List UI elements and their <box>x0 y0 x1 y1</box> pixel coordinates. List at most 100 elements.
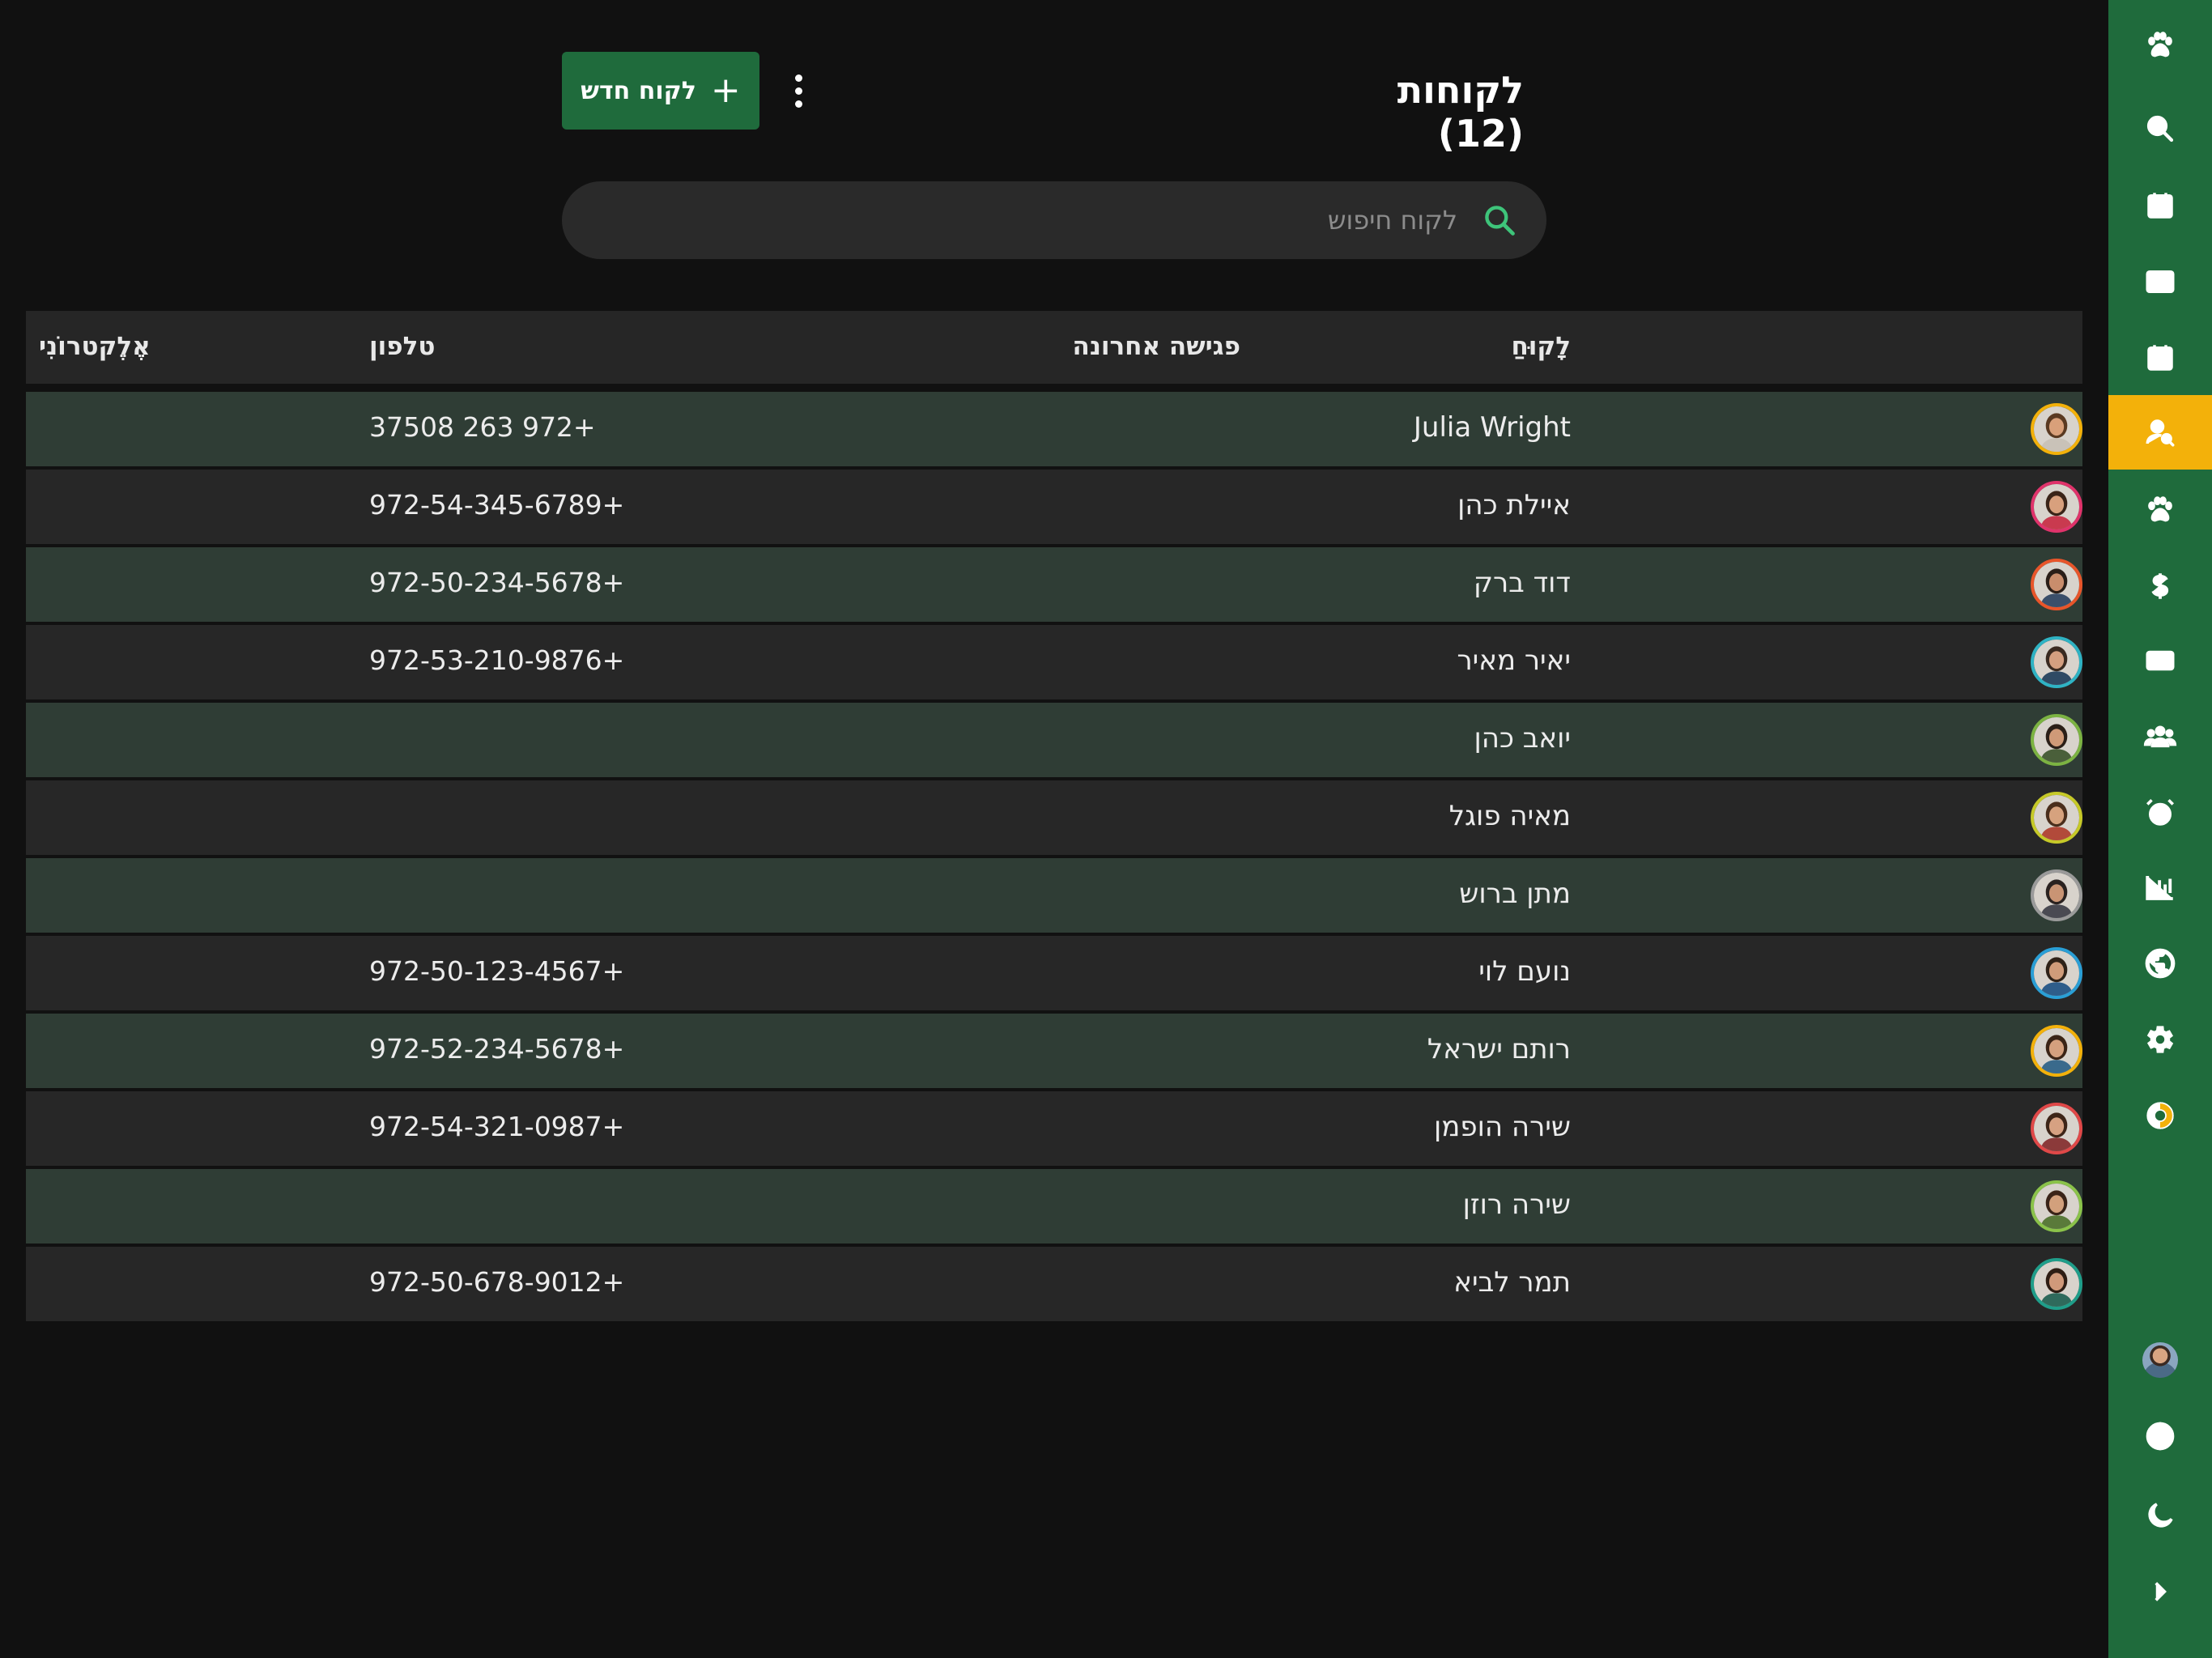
customer-name[interactable]: יאיר מאיר <box>1457 644 1571 677</box>
sidebar-item-payments[interactable] <box>2108 549 2212 623</box>
more-options-button[interactable] <box>785 73 811 108</box>
page-title: לקוחות (12) <box>1397 68 1524 155</box>
customer-name[interactable]: שירה הופמן <box>1434 1111 1571 1143</box>
sidebar-item-appointments[interactable] <box>2108 321 2212 395</box>
sidebar-expand[interactable] <box>2108 1554 2212 1629</box>
columns-icon <box>2146 270 2175 293</box>
sidebar-item-pets-2[interactable] <box>2108 473 2212 547</box>
globe-icon <box>2145 948 2176 979</box>
avatar <box>2031 1025 2082 1077</box>
avatar-photo <box>2034 795 2079 840</box>
table-row[interactable]: שירה הופמן 972-54-321-0987+ <box>26 1091 2082 1166</box>
customer-name[interactable]: דוד ברק <box>1474 567 1571 599</box>
customer-name[interactable]: Julia Wright <box>1414 411 1571 444</box>
avatar <box>2031 1180 2082 1232</box>
avatar <box>2031 869 2082 921</box>
language-globe-icon <box>2146 1422 2175 1451</box>
table-row[interactable]: מאיה פוגל <box>26 780 2082 855</box>
alarm-icon <box>2146 799 2174 826</box>
sidebar-item-reminders[interactable] <box>2108 776 2212 850</box>
customer-name[interactable]: נועם לוי <box>1478 955 1571 988</box>
customer-phone: 972-52-234-5678+ <box>369 1033 625 1065</box>
sidebar-theme[interactable] <box>2108 1478 2212 1553</box>
sidebar-item-board[interactable] <box>2108 244 2212 319</box>
customer-name[interactable]: רותם ישראל <box>1427 1033 1571 1065</box>
column-header-last-meeting[interactable]: פגישה אחרונה <box>1038 332 1240 361</box>
customer-phone: 972-50-123-4567+ <box>369 955 625 987</box>
sidebar-item-pets[interactable] <box>2108 8 2212 83</box>
sidebar-item-web[interactable] <box>2108 926 2212 1001</box>
search-bar[interactable] <box>562 181 1546 259</box>
avatar-photo <box>2034 562 2079 607</box>
avatar-photo <box>2034 1184 2079 1229</box>
avatar <box>2031 1258 2082 1310</box>
table-row[interactable]: איילת כהן 972-54-345-6789+ <box>26 470 2082 544</box>
sidebar-item-settings[interactable] <box>2108 1002 2212 1077</box>
paw-icon <box>2148 496 2172 522</box>
customer-name[interactable]: מתן ברוש <box>1459 878 1571 910</box>
sidebar-item-reports[interactable] <box>2108 850 2212 925</box>
customer-name[interactable]: שירה רוזן <box>1463 1188 1571 1221</box>
avatar <box>2031 714 2082 766</box>
paw-icon <box>2148 32 2172 57</box>
cash-icon <box>2146 650 2175 671</box>
customer-phone: 972-50-678-9012+ <box>369 1266 625 1298</box>
avatar <box>2031 792 2082 844</box>
avatar-photo <box>2034 484 2079 529</box>
search-icon <box>1485 206 1515 236</box>
calendar-event-icon <box>2147 345 2173 371</box>
customer-phone: 972-54-345-6789+ <box>369 489 625 521</box>
dollar-icon <box>2151 573 2169 599</box>
new-customer-button[interactable]: + לקוח חדש <box>562 52 759 130</box>
calendar-grid-icon <box>2147 193 2173 219</box>
customer-name[interactable]: איילת כהן <box>1457 489 1571 521</box>
avatar-photo <box>2034 640 2079 685</box>
bar-chart-icon <box>2146 876 2173 900</box>
customer-name[interactable]: מאיה פוגל <box>1449 800 1571 832</box>
donut-icon <box>2146 1102 2174 1129</box>
avatar-photo <box>2034 873 2079 918</box>
plus-icon: + <box>710 70 741 111</box>
sidebar-item-cash[interactable] <box>2108 623 2212 698</box>
avatar <box>2031 636 2082 688</box>
column-header-phone[interactable]: טלפון <box>369 332 435 361</box>
avatar-photo <box>2034 1106 2079 1151</box>
column-header-customer[interactable]: לָקוּחַ <box>1511 332 1571 361</box>
table-row[interactable]: דוד ברק 972-50-234-5678+ <box>26 547 2082 622</box>
avatar-photo <box>2034 1028 2079 1073</box>
avatar <box>2031 947 2082 999</box>
avatar-photo <box>2034 717 2079 763</box>
sidebar-item-calendar[interactable] <box>2108 168 2212 243</box>
sidebar-language[interactable] <box>2108 1399 2212 1473</box>
more-dot <box>794 87 802 95</box>
more-dot <box>794 100 802 108</box>
table-row[interactable]: Julia Wright 37508 263 972+ <box>26 392 2082 466</box>
user-avatar <box>2142 1342 2178 1378</box>
column-header-email[interactable]: אֶלֶקטרוֹנִי <box>39 332 151 361</box>
sidebar-item-status[interactable] <box>2108 1078 2212 1153</box>
table-row[interactable]: מתן ברוש <box>26 858 2082 933</box>
customer-name[interactable]: תמר לביא <box>1453 1266 1571 1299</box>
table-row[interactable]: נועם לוי 972-50-123-4567+ <box>26 936 2082 1010</box>
search-icon <box>2146 115 2174 142</box>
new-customer-label: לקוח חדש <box>581 76 696 105</box>
more-dot <box>794 74 802 82</box>
gear-icon <box>2146 1026 2174 1053</box>
chevron-right-icon <box>2155 1582 2167 1601</box>
avatar-photo <box>2034 1261 2079 1307</box>
customer-phone: 972-54-321-0987+ <box>369 1111 625 1142</box>
table-row[interactable]: שירה רוזן <box>26 1169 2082 1244</box>
table-row[interactable]: יאיר מאיר 972-53-210-9876+ <box>26 625 2082 699</box>
table-row[interactable]: רותם ישראל 972-52-234-5678+ <box>26 1014 2082 1088</box>
customer-name[interactable]: יואב כהן <box>1474 722 1571 755</box>
avatar-photo <box>2034 406 2079 452</box>
table-row[interactable]: תמר לביא 972-50-678-9012+ <box>26 1247 2082 1321</box>
avatar <box>2031 481 2082 533</box>
sidebar-item-team[interactable] <box>2108 699 2212 774</box>
table-row[interactable]: יואב כהן <box>26 703 2082 777</box>
sidebar-item-search[interactable] <box>2108 91 2212 166</box>
sidebar-profile[interactable] <box>2108 1323 2212 1397</box>
search-input[interactable] <box>648 199 1457 241</box>
sidebar-item-customers[interactable] <box>2108 395 2212 470</box>
avatar <box>2031 559 2082 610</box>
